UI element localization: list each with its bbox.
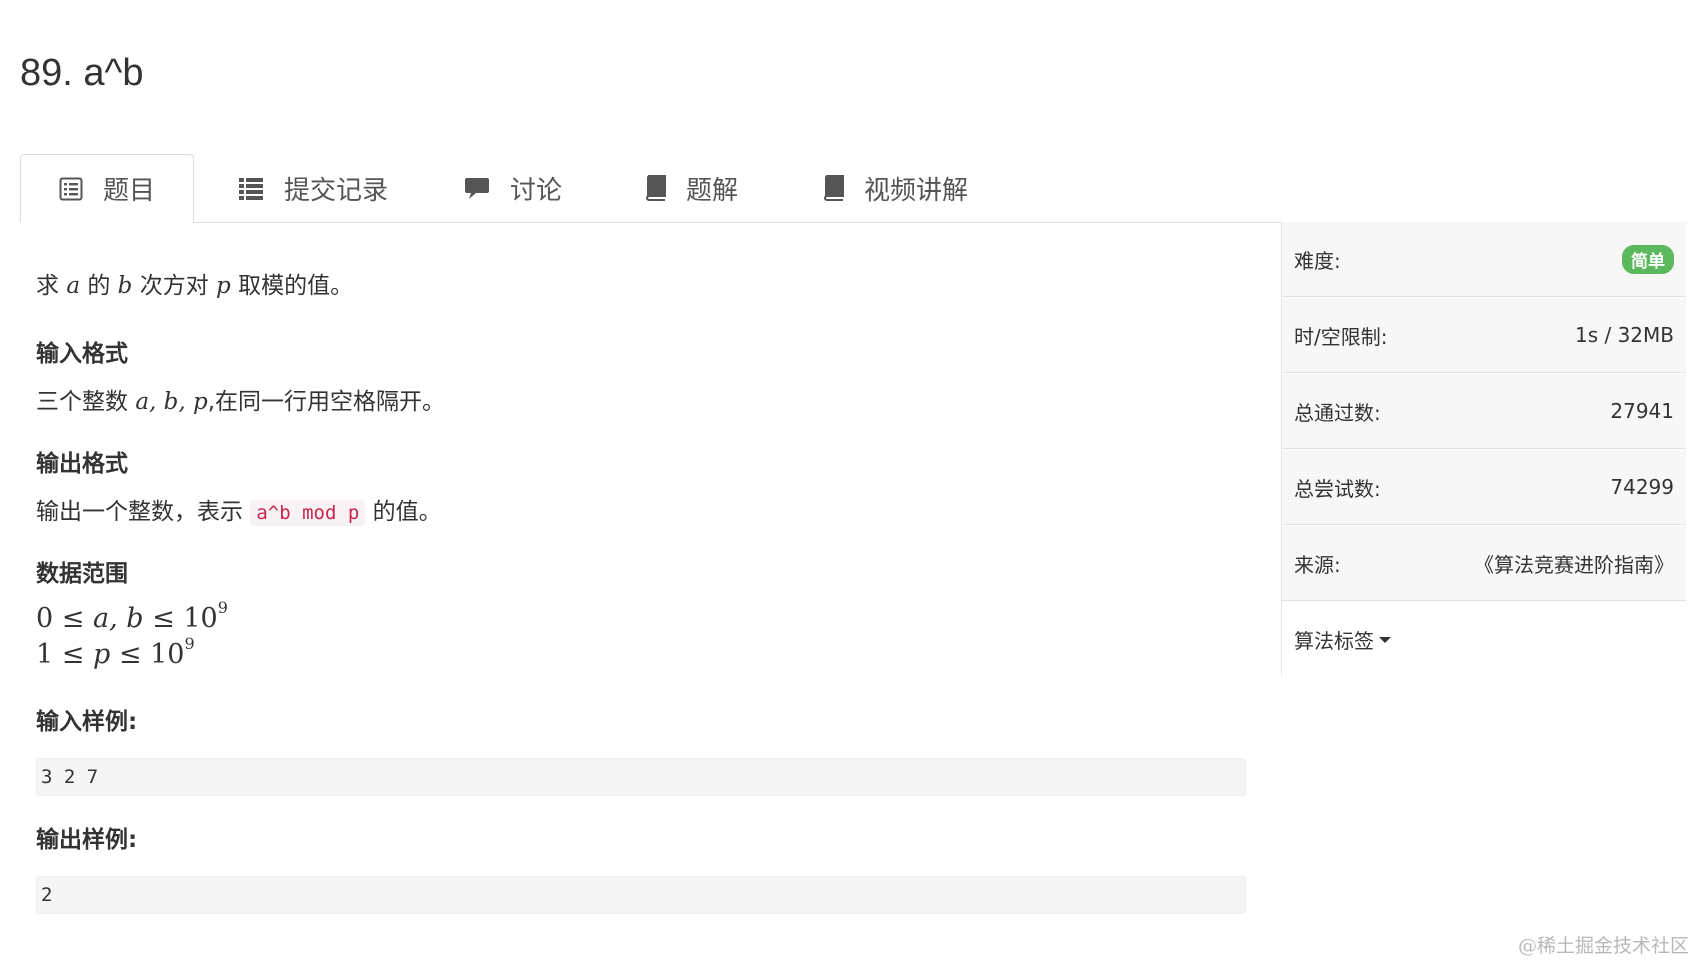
- tab-submissions[interactable]: 提交记录: [238, 154, 388, 222]
- sample-input-heading: 输入样例:: [36, 709, 138, 735]
- book-icon: [822, 175, 844, 201]
- attempts-label: 总尝试数:: [1294, 476, 1381, 501]
- algorithm-tags-toggle[interactable]: 算法标签: [1282, 602, 1686, 677]
- tab-video[interactable]: 视频讲解: [822, 154, 968, 222]
- tab-label: 题解: [686, 175, 739, 206]
- tab-label: 题目: [102, 176, 155, 206]
- tab-discussion[interactable]: 讨论: [464, 154, 562, 222]
- tab-label: 视频讲解: [864, 175, 969, 206]
- list-alt-icon: [59, 177, 83, 201]
- source-value: 《算法竞赛进阶指南》: [1474, 552, 1674, 577]
- list-icon: [238, 176, 264, 200]
- tab-label: 提交记录: [284, 175, 389, 206]
- algorithm-tags-label: 算法标签: [1294, 629, 1374, 653]
- comment-icon: [464, 176, 490, 200]
- tab-bar: 题目 提交记录 讨论 题解 视频讲解: [20, 154, 1687, 223]
- input-format-heading: 输入格式: [36, 341, 128, 367]
- output-format-desc: 输出一个整数，表示 a^b mod p 的值。: [36, 499, 442, 526]
- limits-value: 1s / 32MB: [1574, 323, 1674, 347]
- output-format-heading: 输出格式: [36, 451, 128, 477]
- sample-input-box: 3 2 7: [36, 758, 1246, 796]
- page-title: 89. a^b: [20, 52, 144, 94]
- sample-output-heading: 输出样例:: [36, 827, 138, 853]
- limits-row: 时/空限制: 1s / 32MB: [1282, 298, 1686, 373]
- passed-value: 27941: [1610, 399, 1674, 423]
- tab-problem[interactable]: 题目: [20, 154, 194, 223]
- data-range-heading: 数据范围: [36, 561, 128, 587]
- input-format-desc: 三个整数 a, b, p,在同一行用空格隔开。: [36, 389, 446, 415]
- difficulty-label: 难度:: [1294, 248, 1341, 273]
- sample-output-box: 2: [36, 876, 1246, 914]
- tab-label: 讨论: [510, 175, 563, 206]
- source-label: 来源:: [1294, 552, 1341, 577]
- problem-description: 求 a 的 b 次方对 p 取模的值。: [36, 273, 354, 299]
- limits-label: 时/空限制:: [1294, 324, 1388, 349]
- tab-solutions[interactable]: 题解: [644, 154, 738, 222]
- passed-label: 总通过数:: [1294, 400, 1381, 425]
- attempts-row: 总尝试数: 74299: [1282, 450, 1686, 525]
- source-row: 来源: 《算法竞赛进阶指南》: [1282, 526, 1686, 601]
- difficulty-badge: 简单: [1622, 244, 1674, 274]
- problem-info-sidebar: 难度: 简单 时/空限制: 1s / 32MB 总通过数: 27941 总尝试数…: [1281, 222, 1686, 677]
- book-icon: [644, 175, 666, 201]
- data-range-line-2: 1 ≤ p ≤ 109: [36, 634, 195, 670]
- passed-row: 总通过数: 27941: [1282, 374, 1686, 449]
- inline-code: a^b mod p: [250, 500, 366, 526]
- data-range-line-1: 0 ≤ a, b ≤ 109: [36, 598, 228, 634]
- difficulty-row: 难度: 简单: [1282, 222, 1686, 297]
- watermark: @稀土掘金技术社区: [1517, 935, 1689, 957]
- attempts-value: 74299: [1610, 475, 1674, 499]
- caret-down-icon: [1379, 636, 1391, 643]
